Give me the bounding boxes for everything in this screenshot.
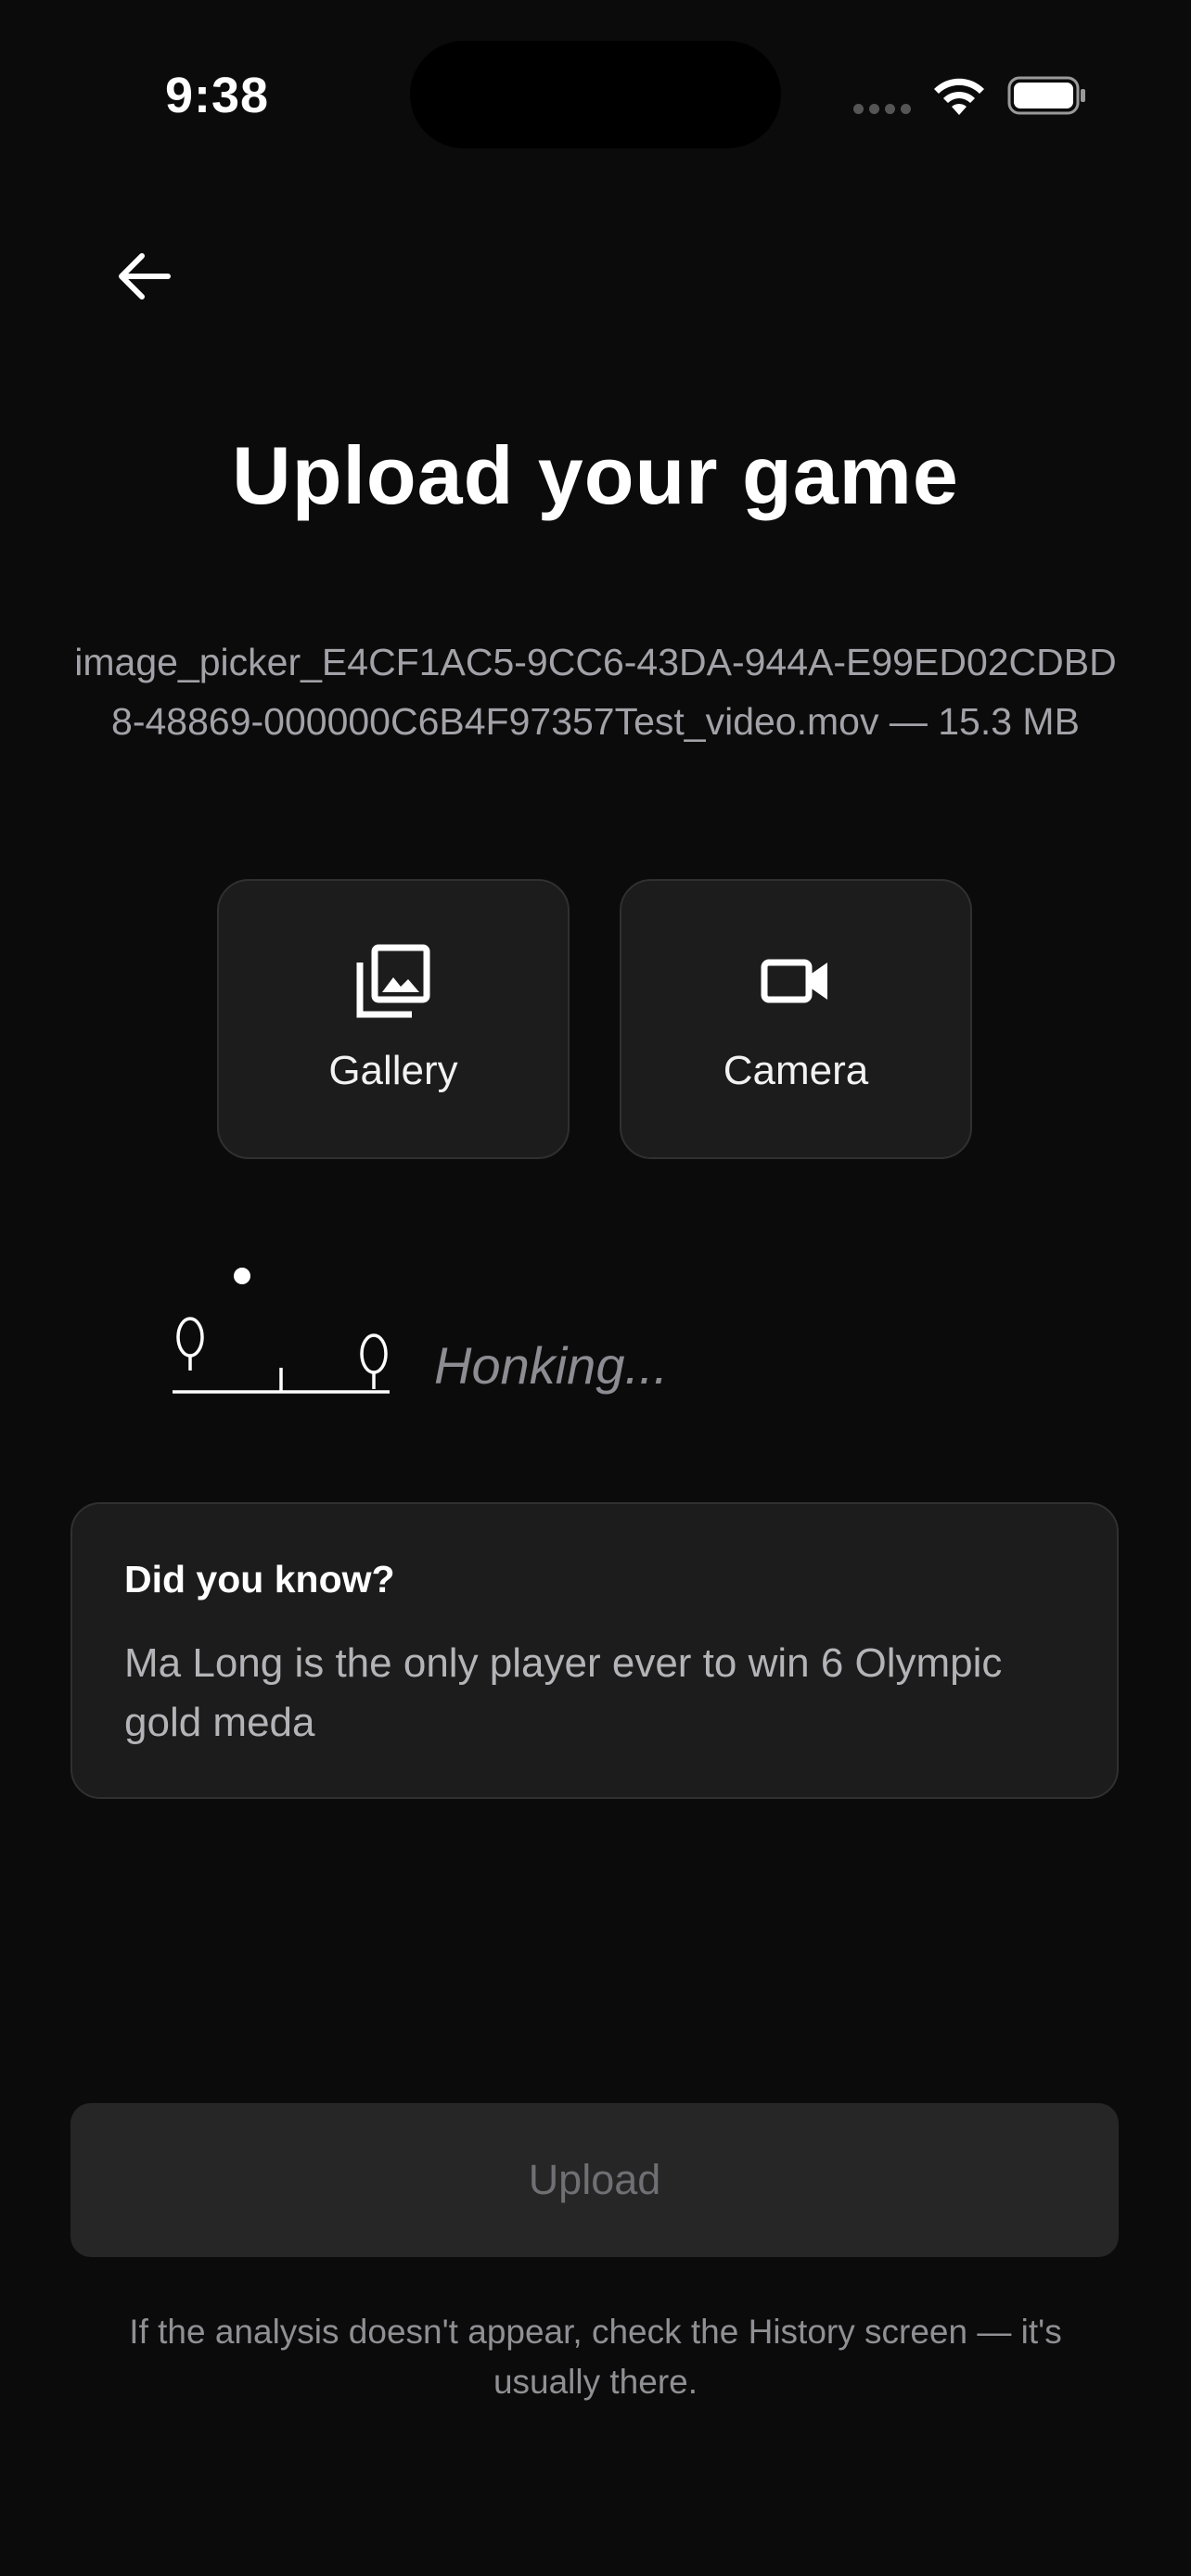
history-hint-text: If the analysis doesn't appear, check th… (129, 2313, 1062, 2401)
videocam-icon (761, 959, 827, 1003)
upload-button[interactable]: Upload (70, 2103, 1119, 2257)
fun-fact-body: Ma Long is the only player ever to win 6… (124, 1640, 1003, 1745)
page-title: Upload your game (232, 429, 959, 521)
loading-status-text: Honking... (434, 1336, 669, 1395)
gallery-button[interactable]: Gallery (217, 879, 570, 1159)
photo-library-icon (356, 944, 430, 1018)
battery-icon (1007, 76, 1085, 115)
cellular-signal-icon (853, 104, 911, 114)
fun-fact-card: Did you know? Ma Long is the only player… (70, 1502, 1119, 1799)
dynamic-island (410, 41, 781, 148)
arrow-left-icon (119, 253, 171, 300)
fun-fact-title: Did you know? (124, 1558, 395, 1600)
back-button[interactable] (102, 243, 186, 310)
camera-button[interactable]: Camera (620, 879, 972, 1159)
gallery-label: Gallery (328, 1048, 458, 1093)
camera-label: Camera (723, 1048, 869, 1093)
ping-pong-loader-icon (173, 1268, 390, 1394)
wifi-icon (934, 78, 984, 115)
selected-file-info: image_picker_E4CF1AC5-9CC6-43DA-944A-E99… (74, 641, 1117, 743)
status-time: 9:38 (165, 68, 270, 123)
